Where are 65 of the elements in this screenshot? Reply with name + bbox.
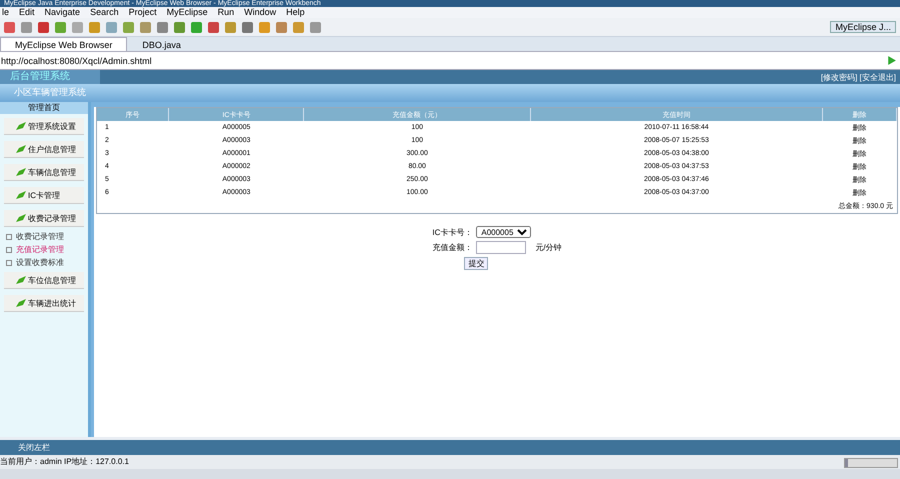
sidebar-button[interactable]: 车辆信息管理: [4, 164, 84, 181]
toolbar-icon[interactable]: [72, 22, 83, 32]
toolbar-icon[interactable]: [310, 22, 321, 32]
leaf-icon: [16, 122, 26, 130]
toolbar-icon[interactable]: [191, 22, 202, 32]
toolbar-icon[interactable]: [174, 22, 185, 32]
leaf-icon: [16, 168, 26, 176]
sidebar-button[interactable]: 收费记录管理: [4, 210, 84, 227]
unit-label: 元/分钟: [535, 242, 562, 253]
toolbar-icon[interactable]: [123, 22, 134, 32]
menu-item[interactable]: Window: [244, 7, 276, 18]
toolbar-icon[interactable]: [276, 22, 287, 32]
menu-item[interactable]: le: [2, 7, 10, 18]
sidebar-link[interactable]: 充值记录管理: [16, 244, 64, 255]
toolbar-icon[interactable]: [4, 22, 15, 32]
sidebar-link[interactable]: 收费记录管理: [16, 231, 64, 242]
sidebar-button[interactable]: 车位信息管理: [4, 272, 84, 289]
toolbar-icon[interactable]: [208, 22, 219, 32]
editor-tab[interactable]: MyEclipse Web Browser: [0, 37, 128, 51]
sidebar-link[interactable]: 设置收费标准: [16, 257, 64, 268]
submit-button[interactable]: 提交: [464, 257, 488, 270]
leaf-icon: [16, 299, 26, 307]
footer-toggle[interactable]: 关闭左栏: [0, 440, 900, 455]
menu-item[interactable]: Project: [128, 7, 157, 18]
sidebar-button[interactable]: IC卡管理: [4, 187, 84, 204]
toolbar-icon[interactable]: [21, 22, 32, 32]
subtitle: 小区车辆管理系统: [0, 84, 900, 102]
leaf-icon: [16, 145, 26, 153]
status-text: 当前用户：admin IP地址：127.0.0.1: [0, 456, 129, 468]
menu-item[interactable]: Help: [286, 7, 305, 18]
toolbar-icon[interactable]: [157, 22, 168, 32]
amount-field[interactable]: [476, 241, 526, 254]
toolbar-icon[interactable]: [106, 22, 117, 32]
toolbar-icon[interactable]: [38, 22, 49, 32]
go-icon[interactable]: [886, 55, 897, 66]
toolbar-icon[interactable]: [259, 22, 270, 32]
toolbar-icon[interactable]: [89, 22, 100, 32]
toolbar-icon[interactable]: [55, 22, 66, 32]
sidebar-title: 管理首页: [0, 102, 88, 114]
bullet-icon: [6, 234, 12, 240]
editor-tab[interactable]: DBO.java: [127, 37, 196, 51]
menu-item[interactable]: Edit: [19, 7, 35, 18]
leaf-icon: [16, 191, 26, 199]
site-title: 后台管理系统: [0, 70, 100, 84]
sidebar-button[interactable]: 住户信息管理: [4, 141, 84, 158]
menu-item[interactable]: MyEclipse: [166, 7, 208, 18]
leaf-icon: [16, 214, 26, 222]
menu-item[interactable]: Navigate: [44, 7, 80, 18]
header-links[interactable]: [修改密码] [安全退出]: [820, 72, 900, 82]
bullet-icon: [6, 260, 12, 266]
sidebar-button[interactable]: 管理系统设置: [4, 118, 84, 135]
menu-item[interactable]: Run: [218, 7, 234, 18]
toolbar-icon[interactable]: [293, 22, 304, 32]
sidebar-button[interactable]: 车辆进出统计: [4, 295, 84, 312]
field-label: 充值金额：: [432, 242, 472, 253]
card-select[interactable]: A000005: [476, 226, 532, 238]
field-label: IC卡卡号：: [432, 226, 472, 238]
toolbar-icon[interactable]: [225, 22, 236, 32]
toolbar-icon[interactable]: [242, 22, 253, 32]
bullet-icon: [6, 246, 12, 252]
leaf-icon: [16, 276, 26, 284]
menu-item[interactable]: Search: [90, 7, 119, 18]
perspective-button[interactable]: MyEclipse J...: [830, 21, 896, 33]
toolbar-icon[interactable]: [140, 22, 151, 32]
memory-bar: [844, 458, 898, 468]
